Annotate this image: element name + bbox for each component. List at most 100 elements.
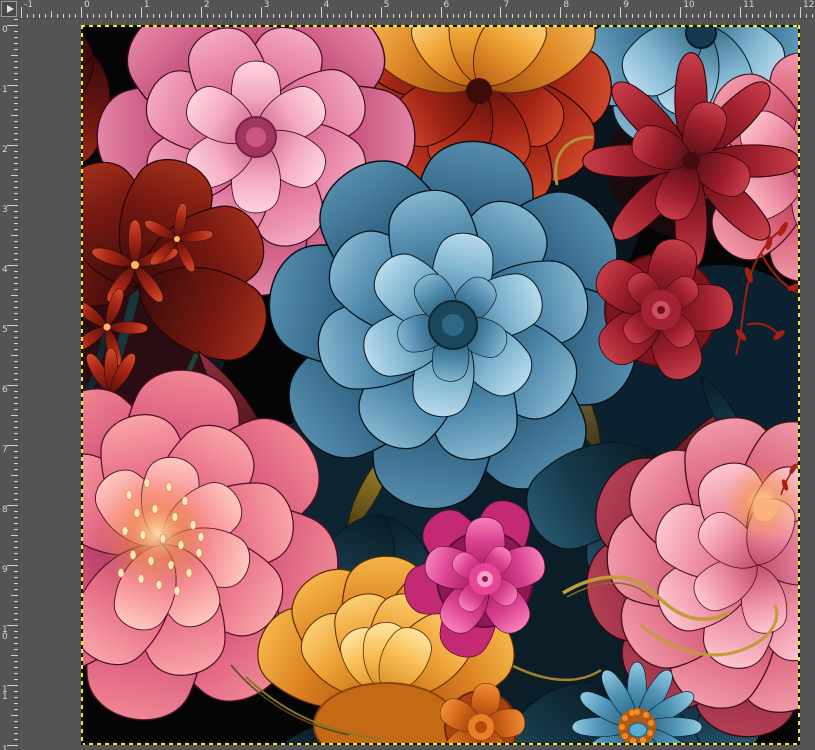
ruler-tick bbox=[488, 14, 489, 18]
ruler-tick bbox=[806, 14, 807, 18]
ruler-tick bbox=[14, 271, 18, 272]
ruler-tick bbox=[201, 7, 202, 18]
ruler-tick bbox=[309, 14, 310, 18]
ruler-label: -1 bbox=[24, 0, 33, 10]
ruler-tick bbox=[530, 11, 531, 18]
ruler-tick bbox=[11, 655, 18, 656]
ruler-tick bbox=[87, 14, 88, 18]
ruler-tick bbox=[363, 14, 364, 18]
ruler-tick bbox=[75, 14, 76, 18]
ruler-tick bbox=[14, 313, 18, 314]
ruler-tick bbox=[453, 14, 454, 18]
ruler-tick bbox=[14, 439, 18, 440]
ruler-tick bbox=[14, 607, 18, 608]
ruler-tick bbox=[14, 397, 18, 398]
ruler-tick bbox=[243, 14, 244, 18]
ruler-tick bbox=[464, 14, 465, 18]
ruler-tick bbox=[147, 14, 148, 18]
ruler-tick bbox=[327, 14, 328, 18]
ruler-tick bbox=[14, 517, 18, 518]
ruler-tick bbox=[14, 511, 18, 512]
ruler-tick bbox=[14, 127, 18, 128]
ruler-tick bbox=[39, 14, 40, 18]
ruler-tick bbox=[7, 205, 18, 206]
ruler-tick bbox=[14, 259, 18, 260]
ruler-tick bbox=[297, 14, 298, 18]
ruler-tick bbox=[14, 697, 18, 698]
ruler-label: 2 bbox=[204, 0, 210, 10]
ruler-tick bbox=[14, 73, 18, 74]
ruler-tick bbox=[14, 427, 18, 428]
ruler-tick bbox=[285, 14, 286, 18]
ruler-tick bbox=[291, 11, 292, 18]
ruler-tick bbox=[129, 14, 130, 18]
ruler-tick bbox=[14, 409, 18, 410]
horizontal-ruler[interactable]: -10123456789101112 bbox=[18, 0, 815, 19]
ruler-tick bbox=[584, 14, 585, 18]
ruler-tick bbox=[698, 14, 699, 18]
ruler-tick bbox=[14, 499, 18, 500]
ruler-tick bbox=[14, 613, 18, 614]
ruler-tick bbox=[14, 643, 18, 644]
canvas-image[interactable] bbox=[81, 25, 800, 745]
ruler-tick bbox=[441, 7, 442, 18]
ruler-tick bbox=[686, 14, 687, 18]
ruler-tick bbox=[315, 14, 316, 18]
ruler-tick bbox=[476, 14, 477, 18]
ruler-tick bbox=[662, 14, 663, 18]
ruler-tick bbox=[716, 14, 717, 18]
ruler-tick bbox=[81, 7, 82, 18]
ruler-tick bbox=[14, 379, 18, 380]
ruler-label: 1 1 bbox=[2, 687, 8, 701]
ruler-tick bbox=[141, 7, 142, 18]
ruler-tick bbox=[351, 11, 352, 18]
ruler-tick bbox=[11, 235, 18, 236]
ruler-tick bbox=[632, 14, 633, 18]
ruler-tick bbox=[417, 14, 418, 18]
ruler-tick bbox=[14, 403, 18, 404]
ruler-tick bbox=[14, 487, 18, 488]
ruler-tick bbox=[14, 421, 18, 422]
ruler-tick bbox=[105, 14, 106, 18]
ruler-tick bbox=[14, 571, 18, 572]
ruler-tick bbox=[566, 14, 567, 18]
ruler-tick bbox=[458, 14, 459, 18]
ruler-tick bbox=[14, 481, 18, 482]
ruler-tick bbox=[219, 14, 220, 18]
ruler-tick bbox=[14, 559, 18, 560]
vertical-ruler[interactable]: 01234567891 01 11 2 bbox=[0, 18, 19, 750]
ruler-tick bbox=[14, 361, 18, 362]
ruler-tick bbox=[93, 14, 94, 18]
ruler-tick bbox=[524, 14, 525, 18]
ruler-label: 9 bbox=[2, 567, 8, 574]
ruler-tick bbox=[7, 625, 18, 626]
ruler-tick bbox=[267, 14, 268, 18]
ruler-tick bbox=[14, 19, 18, 20]
ruler-tick bbox=[752, 14, 753, 18]
ruler-tick bbox=[171, 11, 172, 18]
ruler-tick bbox=[14, 463, 18, 464]
ruler-tick bbox=[14, 187, 18, 188]
ruler-tick bbox=[14, 139, 18, 140]
ruler-tick bbox=[14, 583, 18, 584]
ruler-tick bbox=[14, 319, 18, 320]
canvas-menu-button[interactable] bbox=[1, 1, 17, 17]
ruler-tick bbox=[405, 14, 406, 18]
ruler-tick bbox=[14, 283, 18, 284]
ruler-tick bbox=[11, 355, 18, 356]
ruler-tick bbox=[231, 11, 232, 18]
ruler-tick bbox=[800, 7, 801, 18]
ruler-tick bbox=[14, 673, 18, 674]
ruler-tick bbox=[447, 14, 448, 18]
ruler-label: 1 bbox=[144, 0, 150, 10]
ruler-tick bbox=[578, 14, 579, 18]
ruler-tick bbox=[11, 295, 18, 296]
ruler-tick bbox=[7, 505, 18, 506]
ruler-tick bbox=[183, 14, 184, 18]
ruler-tick bbox=[69, 14, 70, 18]
ruler-tick bbox=[734, 14, 735, 18]
ruler-tick bbox=[11, 175, 18, 176]
ruler-tick bbox=[14, 523, 18, 524]
ruler-tick bbox=[123, 14, 124, 18]
ruler-tick bbox=[14, 289, 18, 290]
